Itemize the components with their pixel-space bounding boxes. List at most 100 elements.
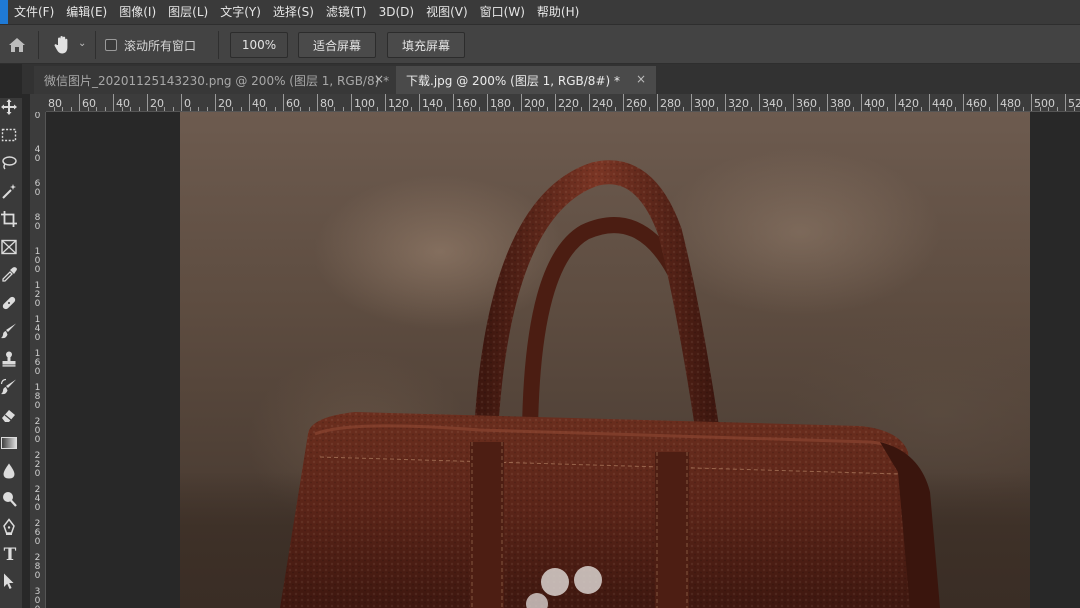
- ruler-tick: [869, 107, 871, 111]
- ruler-tick-label: 2 0 0: [34, 417, 41, 445]
- document-tab-bar: 微信图片_20201125143230.png @ 200% (图层 1, RG…: [22, 64, 1080, 94]
- marquee-icon[interactable]: [0, 126, 18, 144]
- blur-icon[interactable]: [0, 462, 18, 480]
- history-brush-icon[interactable]: [0, 378, 18, 396]
- ruler-tick-label: 100: [354, 97, 375, 110]
- horizontal-ruler[interactable]: 80 60 40 20 0 20 40 60 80 100 120 140 160 180 200 220 24…: [46, 94, 1080, 112]
- ruler-tick: [759, 94, 760, 111]
- ruler-tick: [1065, 94, 1066, 111]
- ruler-tick-label: 80: [48, 97, 62, 110]
- menu-filter[interactable]: 滤镜(T): [320, 0, 373, 24]
- fill-screen-button[interactable]: 填充屏幕: [387, 32, 465, 58]
- ruler-tick: [682, 107, 684, 111]
- type-icon[interactable]: T: [0, 544, 20, 566]
- close-tab-icon[interactable]: ×: [374, 72, 384, 86]
- ruler-tick-label: 120: [388, 97, 409, 110]
- document-tab-wechat-image[interactable]: 微信图片_20201125143230.png @ 200% (图层 1, RG…: [34, 66, 396, 94]
- ruler-tick-label: 2 6 0: [34, 519, 41, 547]
- hand-icon[interactable]: [52, 34, 72, 56]
- ruler-tick: [453, 94, 454, 111]
- path-selection-icon[interactable]: [0, 572, 18, 590]
- ruler-tick: [606, 107, 607, 111]
- ruler-tick: [589, 94, 590, 111]
- eraser-icon[interactable]: [0, 406, 18, 424]
- clone-stamp-icon[interactable]: [0, 350, 18, 368]
- ruler-tick: [725, 94, 726, 111]
- ruler-tick: [793, 94, 794, 111]
- crop-icon[interactable]: [0, 210, 18, 228]
- ruler-tick-label: 60: [82, 97, 96, 110]
- menu-3d[interactable]: 3D(D): [373, 0, 420, 24]
- ruler-tick: [181, 94, 182, 111]
- ruler-tick: [470, 107, 471, 111]
- lasso-icon[interactable]: [0, 154, 18, 172]
- ruler-tick-label: 3 0 0: [34, 587, 41, 608]
- brush-icon[interactable]: [0, 322, 18, 340]
- dodge-icon[interactable]: [0, 490, 18, 508]
- healing-brush-icon[interactable]: [0, 294, 18, 312]
- pen-icon[interactable]: [0, 518, 18, 536]
- ruler-tick-label: 360: [796, 97, 817, 110]
- menu-layer[interactable]: 图层(L): [162, 0, 214, 24]
- menu-file[interactable]: 文件(F): [8, 0, 60, 24]
- scroll-all-windows-checkbox[interactable]: [105, 39, 117, 51]
- home-icon[interactable]: [6, 34, 28, 56]
- ruler-tick: [640, 107, 641, 111]
- ruler-tick: [555, 94, 556, 111]
- ruler-tick: [130, 107, 131, 111]
- ruler-tick: [223, 107, 225, 111]
- ruler-tick-label: 480: [1000, 97, 1021, 110]
- ruler-tick: [172, 107, 174, 111]
- ruler-tick: [444, 107, 446, 111]
- tab-label: 下载.jpg @ 200% (图层 1, RGB/8#) *: [406, 73, 620, 88]
- ruler-tick-label: 40: [252, 97, 266, 110]
- menu-type[interactable]: 文字(Y): [214, 0, 267, 24]
- ruler-tick: [988, 107, 990, 111]
- ruler-tick: [844, 107, 845, 111]
- ruler-tick: [572, 107, 573, 111]
- ruler-tick: [1048, 107, 1049, 111]
- document-tab-download-jpg[interactable]: 下载.jpg @ 200% (图层 1, RGB/8#) * ×: [396, 66, 656, 94]
- close-tab-icon[interactable]: ×: [636, 72, 646, 86]
- move-icon[interactable]: [0, 98, 18, 116]
- ruler-tick-label: 200: [524, 97, 545, 110]
- ruler-tick-label: 400: [864, 97, 885, 110]
- gradient-icon[interactable]: [0, 434, 18, 452]
- ruler-tick-label: 8 0: [34, 213, 41, 232]
- ruler-tick: [776, 107, 777, 111]
- vertical-ruler[interactable]: 0 4 0 6 0 8 0 1 0 0 1 2 0 1 4 0 1 6 0 1 8 0 2 0 0…: [30, 112, 46, 608]
- ruler-tick: [121, 107, 123, 111]
- ruler-tick-label: 2 8 0: [34, 553, 41, 581]
- document-workspace[interactable]: [46, 112, 1080, 608]
- tool-preset-chevron-down-icon[interactable]: ⌄: [78, 38, 86, 49]
- fit-screen-button[interactable]: 适合屏幕: [298, 32, 376, 58]
- ruler-tick: [232, 107, 233, 111]
- ruler-tick: [784, 107, 786, 111]
- magic-wand-icon[interactable]: [0, 182, 18, 200]
- frame-icon[interactable]: [0, 238, 18, 256]
- ruler-tick: [385, 94, 386, 111]
- ruler-tick-label: 1 2 0: [34, 281, 41, 309]
- ruler-origin[interactable]: [30, 94, 46, 112]
- ruler-tick: [920, 107, 922, 111]
- ruler-tick: [70, 107, 72, 111]
- ruler-tick-label: 80: [320, 97, 334, 110]
- image-canvas[interactable]: [180, 112, 1030, 608]
- menu-edit[interactable]: 编辑(E): [60, 0, 113, 24]
- menu-select[interactable]: 选择(S): [267, 0, 320, 24]
- ruler-tick-label: 320: [728, 97, 749, 110]
- ruler-tick: [1022, 107, 1024, 111]
- ruler-tick-label: 4 0: [34, 145, 41, 164]
- menu-window[interactable]: 窗口(W): [474, 0, 531, 24]
- ruler-tick: [368, 107, 369, 111]
- zoom-100-button[interactable]: 100%: [230, 32, 288, 58]
- menu-image[interactable]: 图像(I): [113, 0, 162, 24]
- ruler-tick: [308, 107, 310, 111]
- eyedropper-icon[interactable]: [0, 266, 18, 284]
- ruler-tick: [1005, 107, 1007, 111]
- ruler-tick-label: 440: [932, 97, 953, 110]
- ruler-tick: [750, 107, 752, 111]
- ruler-tick-label: 40: [116, 97, 130, 110]
- menu-view[interactable]: 视图(V): [420, 0, 474, 24]
- menu-help[interactable]: 帮助(H): [531, 0, 585, 24]
